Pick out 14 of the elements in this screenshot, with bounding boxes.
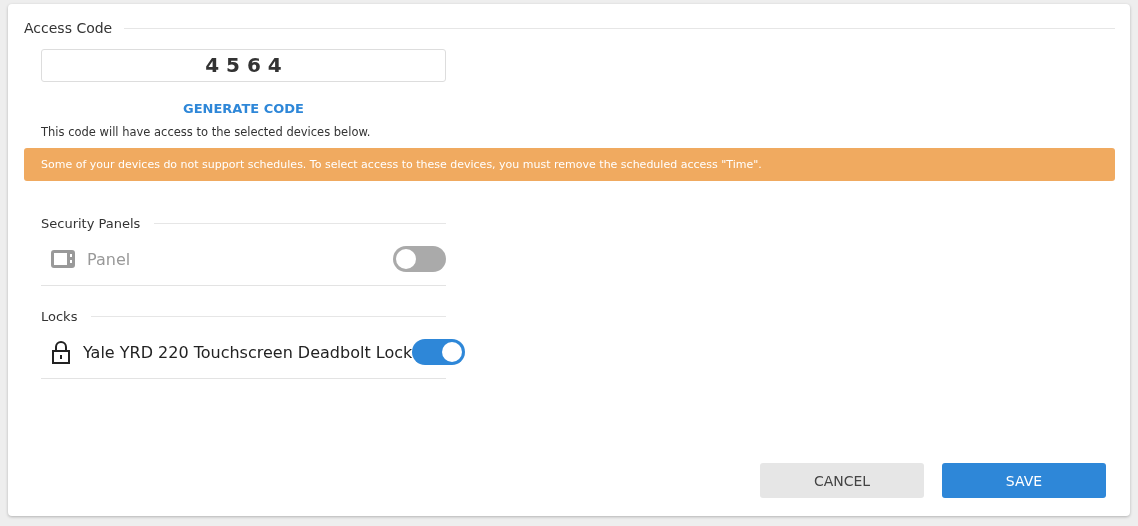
- code-field[interactable]: 4 5 6 4: [41, 49, 446, 82]
- panel-icon: [51, 250, 75, 268]
- device-name: Yale YRD 220 Touchscreen Deadbolt Lock: [83, 342, 413, 362]
- note-text: This code will have access to the selected devices below.: [41, 125, 372, 139]
- warning-banner: Some of your devices do not support schedules. To select access to these devices, you must remove the scheduled access "Time".: [24, 148, 1115, 181]
- device-name: Panel: [87, 249, 131, 269]
- section-title: Locks: [41, 308, 78, 324]
- lock-icon: [51, 340, 71, 364]
- save-button[interactable]: SAVE: [942, 463, 1106, 498]
- generate-code-link[interactable]: GENERATE CODE: [183, 101, 304, 116]
- section-title: Access Code: [24, 20, 113, 36]
- toggle-switch[interactable]: [412, 339, 466, 365]
- section-title: Security Panels: [41, 215, 141, 231]
- cancel-button[interactable]: CANCEL: [760, 463, 924, 498]
